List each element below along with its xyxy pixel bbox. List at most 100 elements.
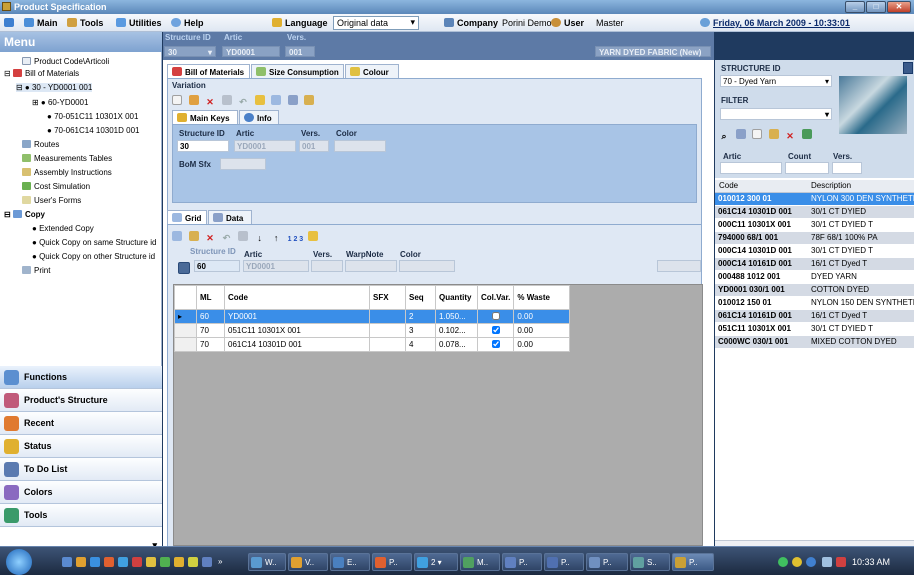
tree-item-users-forms[interactable]: User's Forms <box>22 196 81 205</box>
accordion-products-structure[interactable]: Product's Structure <box>0 389 162 412</box>
quicklaunch-icon[interactable] <box>90 557 100 567</box>
quicklaunch-icon[interactable] <box>146 557 156 567</box>
new-icon[interactable] <box>752 129 763 139</box>
tray-icon[interactable] <box>806 557 816 567</box>
search-icon[interactable]: ⌕ <box>719 131 729 141</box>
quicklaunch-icon[interactable] <box>132 557 142 567</box>
var-artic-field[interactable]: YD0001 <box>234 140 296 152</box>
lookup-row[interactable]: 061C14 10161D 001 16/1 CT Dyed T <box>715 310 914 322</box>
accordion-recent[interactable]: Recent <box>0 412 162 435</box>
var-vers-field[interactable]: 001 <box>299 140 329 152</box>
list-icon[interactable] <box>287 95 298 105</box>
tree-item-measurements[interactable]: Measurements Tables <box>22 154 112 163</box>
edit-icon[interactable] <box>768 129 779 139</box>
table-row[interactable]: 70 051C11 10301X 001 3 0.102... 0.00 <box>174 323 571 338</box>
header-structure-id[interactable]: 30 ▾ <box>164 46 216 57</box>
header-vers[interactable]: 001 <box>285 46 315 57</box>
export-icon[interactable] <box>801 129 812 139</box>
pin-icon[interactable] <box>903 62 913 74</box>
move-up-icon[interactable]: ↑ <box>271 233 281 243</box>
taskbar-item[interactable]: P.. <box>544 553 584 571</box>
tab-bill-of-materials[interactable]: Bill of Materials <box>167 64 250 78</box>
folder-icon[interactable] <box>254 95 265 105</box>
accordion-functions[interactable]: Functions <box>0 366 162 389</box>
tab-main-keys[interactable]: Main Keys <box>172 110 238 124</box>
grid-vers-field[interactable] <box>311 260 343 272</box>
delete-icon[interactable]: ✕ <box>205 97 215 107</box>
colvar-checkbox[interactable] <box>491 339 500 348</box>
tray-icon[interactable] <box>778 557 788 567</box>
lookup-row[interactable]: 010012 150 01 NYLON 150 DEN SYNTHETIC <box>715 297 914 309</box>
menu-utilities[interactable]: Utilities <box>116 18 162 28</box>
col-quantity[interactable]: Quantity <box>435 285 478 310</box>
copy-icon[interactable] <box>172 231 182 241</box>
grid-extra-field[interactable] <box>657 260 701 272</box>
delete-icon[interactable]: ✕ <box>205 233 215 243</box>
taskbar-item[interactable]: W.. <box>248 553 286 571</box>
lookup-row[interactable]: 000C14 10301D 001 30/1 CT DYIED T <box>715 245 914 257</box>
delete-icon[interactable]: ✕ <box>785 131 795 141</box>
col-code[interactable]: Code <box>224 285 370 310</box>
taskbar-item-active[interactable]: P.. <box>672 553 714 571</box>
tab-size-consumption[interactable]: Size Consumption <box>251 64 344 78</box>
tree-item-extended-copy[interactable]: ● Extended Copy <box>32 224 94 233</box>
col-waste[interactable]: % Waste <box>513 285 571 310</box>
lookup-count-input[interactable] <box>785 162 829 174</box>
filter-select[interactable]: ▾ <box>720 108 832 120</box>
folder-icon[interactable] <box>308 231 319 241</box>
grid-warpnote-field[interactable] <box>345 260 397 272</box>
move-down-icon[interactable]: ↓ <box>255 233 265 243</box>
minimize-button[interactable]: _ <box>845 1 865 13</box>
tree-item-60-yd0001[interactable]: ⊞ ● 60-YD0001 <box>32 98 88 107</box>
edit-icon[interactable] <box>188 95 199 105</box>
accordion-todo[interactable]: To Do List <box>0 458 162 481</box>
date-link[interactable]: Friday, 06 March 2009 - 10:33:01 <box>700 18 850 28</box>
lookup-row[interactable]: 051C11 10301X 001 30/1 CT DYIED T <box>715 323 914 335</box>
menu-help[interactable]: Help <box>171 18 204 28</box>
quicklaunch-icon[interactable] <box>76 557 86 567</box>
quicklaunch-icon[interactable] <box>174 557 184 567</box>
save-row-icon[interactable] <box>178 262 190 274</box>
tree-item-quick-copy-other[interactable]: ● Quick Copy on other Structure id <box>32 252 155 261</box>
grid-color-field[interactable] <box>399 260 455 272</box>
taskbar-item[interactable]: M.. <box>460 553 500 571</box>
undo-icon[interactable]: ↶ <box>222 233 232 243</box>
tab-data[interactable]: Data <box>208 210 252 224</box>
maximize-button[interactable]: □ <box>866 1 886 13</box>
accordion-colors[interactable]: Colors <box>0 481 162 504</box>
tray-icon[interactable] <box>792 557 802 567</box>
var-structure-id-field[interactable]: 30 <box>177 140 229 152</box>
save-icon[interactable] <box>221 95 232 105</box>
lookup-row[interactable]: 061C14 10301D 001 30/1 CT DYIED <box>715 206 914 218</box>
colvar-checkbox[interactable] <box>491 311 500 320</box>
tree-item-70-061c14[interactable]: ● 70-061C14 10301D 001 <box>47 126 139 135</box>
tree-item-quick-copy-same[interactable]: ● Quick Copy on same Structure id <box>32 238 156 247</box>
taskbar-item[interactable]: V.. <box>288 553 328 571</box>
quicklaunch-icon[interactable] <box>62 557 72 567</box>
taskbar-item[interactable]: S.. <box>630 553 670 571</box>
lookup-structure-select[interactable]: 70 - Dyed Yarn ▾ <box>720 75 832 87</box>
copy-icon[interactable] <box>271 95 282 105</box>
quicklaunch-icon[interactable] <box>118 557 128 567</box>
lookup-row[interactable]: 000C14 10161D 001 16/1 CT Dyed T <box>715 258 914 270</box>
taskbar-item[interactable]: E.. <box>330 553 370 571</box>
lookup-row[interactable]: 000C11 10301X 001 30/1 CT DYIED T <box>715 219 914 231</box>
lookup-row[interactable]: C000WC 030/1 001 MIXED COTTON DYED <box>715 336 914 348</box>
quicklaunch-icon[interactable] <box>160 557 170 567</box>
taskbar-item[interactable]: P.. <box>586 553 628 571</box>
table-row[interactable]: ▸ 60 YD0001 2 1.050... 0.00 <box>174 309 571 324</box>
grid-artic-field[interactable]: YD0001 <box>243 260 309 272</box>
col-colvar[interactable]: Col.Var. <box>476 285 515 310</box>
lookup-vers-input[interactable] <box>832 162 862 174</box>
col-seq[interactable]: Seq <box>405 285 436 310</box>
tree-item-bill-of-materials[interactable]: ⊟ Bill of Materials <box>4 69 79 78</box>
accordion-tools[interactable]: Tools <box>0 504 162 527</box>
col-sfx[interactable]: SFX <box>369 285 406 310</box>
tree-item-30-yd0001[interactable]: ⊟ ● 30 - YD0001 001 <box>16 83 93 92</box>
quicklaunch-icon[interactable] <box>188 557 198 567</box>
accordion-status[interactable]: Status <box>0 435 162 458</box>
lookup-row[interactable]: 010012 300 01 NYLON 300 DEN SYNTHETIC <box>715 193 914 205</box>
var-color-field[interactable] <box>334 140 386 152</box>
menu-tools[interactable]: Tools <box>67 18 103 28</box>
taskbar-item[interactable]: P.. <box>502 553 542 571</box>
